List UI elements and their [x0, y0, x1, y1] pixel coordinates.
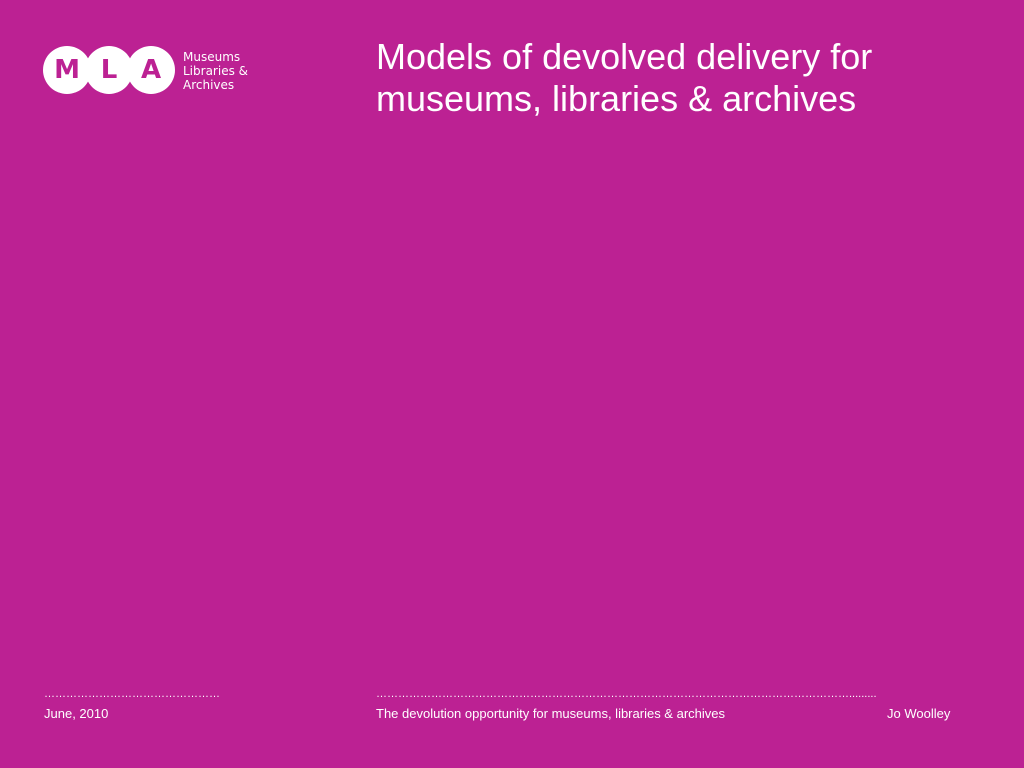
- logo-word-libraries: Libraries &: [183, 64, 248, 78]
- slide-title-line-1: Models of devolved delivery for: [376, 36, 873, 77]
- footer-author: Jo Woolley: [887, 706, 951, 721]
- mla-logo: M L A Museums Libraries & Archives: [43, 46, 263, 96]
- slide-title: Models of devolved delivery for museums,…: [376, 36, 996, 120]
- footer-divider-right: ……………………………………………………………………………………………………………: [376, 688, 877, 700]
- footer-date: June, 2010: [44, 706, 109, 721]
- logo-letter-m: M: [43, 46, 91, 94]
- logo-wordmark: Museums Libraries & Archives: [183, 50, 248, 92]
- footer-divider-left: …………………………………………: [44, 688, 220, 700]
- logo-word-museums: Museums: [183, 50, 241, 64]
- footer-subject: The devolution opportunity for museums, …: [376, 706, 725, 721]
- slide-title-line-2: museums, libraries & archives: [376, 78, 857, 119]
- logo-word-archives: Archives: [183, 78, 235, 92]
- logo-letter-a: A: [127, 46, 175, 94]
- logo-circles: M L A: [43, 46, 175, 94]
- logo-letter-l: L: [85, 46, 133, 94]
